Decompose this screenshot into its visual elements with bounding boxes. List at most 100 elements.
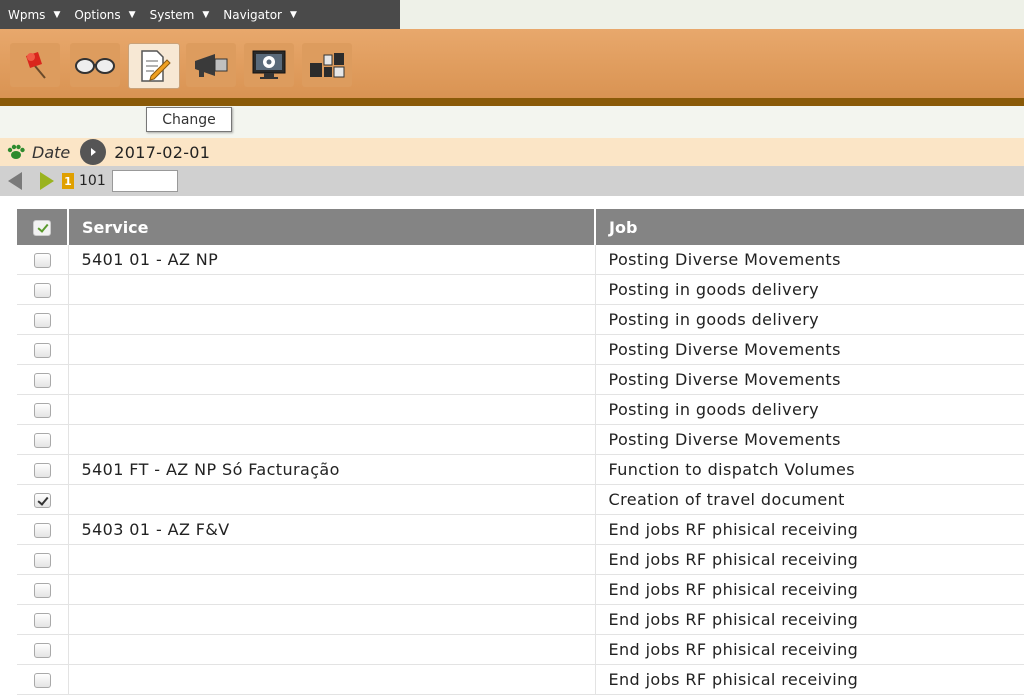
view-button[interactable] bbox=[70, 43, 120, 87]
job-text: Posting in goods delivery bbox=[608, 310, 820, 329]
arrow-right-icon bbox=[91, 148, 97, 156]
table-row[interactable]: End jobs RF phisical receiving bbox=[17, 664, 1024, 695]
row-checkbox[interactable] bbox=[33, 553, 51, 568]
service-text bbox=[69, 490, 82, 509]
chevron-down-icon: ▼ bbox=[128, 9, 136, 20]
service-text bbox=[69, 340, 82, 359]
job-text: Posting in goods delivery bbox=[608, 280, 820, 299]
service-text bbox=[69, 610, 82, 629]
table-row[interactable]: Posting in goods delivery bbox=[17, 394, 1024, 425]
column-header-service[interactable]: Service bbox=[68, 209, 596, 245]
service-cell bbox=[68, 484, 596, 515]
menu-navigator[interactable]: Navigator ▼ bbox=[215, 0, 303, 29]
service-cell bbox=[68, 394, 596, 425]
chevron-down-icon: ▼ bbox=[53, 9, 61, 20]
row-checkbox[interactable] bbox=[33, 463, 51, 478]
row-checkbox[interactable] bbox=[33, 583, 51, 598]
table-row[interactable]: End jobs RF phisical receiving bbox=[17, 604, 1024, 635]
job-text: Posting Diverse Movements bbox=[608, 370, 841, 389]
page-input[interactable] bbox=[111, 170, 178, 192]
date-filter-bar: Date 2017-02-01 bbox=[0, 138, 1024, 166]
table-row[interactable]: End jobs RF phisical receiving bbox=[17, 634, 1024, 665]
toolbar bbox=[0, 29, 1024, 99]
row-checkbox[interactable] bbox=[33, 673, 51, 688]
row-checkbox[interactable] bbox=[33, 283, 51, 298]
row-checkbox[interactable] bbox=[33, 643, 51, 658]
row-check-cell bbox=[17, 274, 69, 305]
service-text: 5403 01 - AZ F&V bbox=[81, 520, 230, 539]
service-cell bbox=[68, 574, 596, 605]
row-check-cell bbox=[17, 484, 69, 515]
job-text: Posting Diverse Movements bbox=[608, 340, 841, 359]
date-picker-button[interactable] bbox=[80, 139, 107, 165]
row-checkbox[interactable] bbox=[33, 523, 51, 538]
pager: 1 101 bbox=[0, 166, 1024, 196]
job-text: End jobs RF phisical receiving bbox=[608, 610, 859, 629]
jobs-table: Service Job 5401 01 - AZ NP Posting Diver… bbox=[17, 209, 1024, 695]
table-row[interactable]: End jobs RF phisical receiving bbox=[17, 544, 1024, 575]
job-text: Function to dispatch Volumes bbox=[608, 460, 856, 479]
row-check-cell bbox=[17, 424, 69, 455]
service-cell: 5401 01 - AZ NP bbox=[68, 245, 596, 275]
table-row[interactable]: Posting Diverse Movements bbox=[17, 364, 1024, 395]
menu-system[interactable]: System ▼ bbox=[142, 0, 216, 29]
announce-button[interactable] bbox=[186, 43, 236, 87]
boxes-icon bbox=[310, 53, 345, 78]
row-checkbox[interactable] bbox=[33, 313, 51, 328]
change-button[interactable] bbox=[128, 43, 180, 89]
job-cell: End jobs RF phisical receiving bbox=[595, 664, 1024, 695]
row-check-cell bbox=[17, 604, 69, 635]
table-row[interactable]: 5401 01 - AZ NP Posting Diverse Movements bbox=[17, 245, 1024, 275]
table-row[interactable]: 5401 FT - AZ NP Só Facturação Function to… bbox=[17, 454, 1024, 485]
current-page-badge: 1 bbox=[62, 173, 74, 189]
job-cell: End jobs RF phisical receiving bbox=[595, 574, 1024, 605]
paw-icon bbox=[7, 144, 25, 159]
row-checkbox[interactable] bbox=[33, 613, 51, 628]
service-cell bbox=[68, 334, 596, 365]
row-check-cell bbox=[17, 664, 69, 695]
column-header-job[interactable]: Job bbox=[595, 209, 1024, 245]
monitor-settings-icon bbox=[252, 50, 286, 79]
previous-page-icon[interactable] bbox=[8, 172, 22, 190]
row-check-cell bbox=[17, 454, 69, 485]
job-text: Posting in goods delivery bbox=[608, 400, 820, 419]
row-checkbox[interactable] bbox=[33, 373, 51, 388]
job-cell: Posting in goods delivery bbox=[595, 274, 1024, 305]
service-text bbox=[69, 580, 82, 599]
row-check-cell bbox=[17, 514, 69, 545]
service-cell: 5403 01 - AZ F&V bbox=[68, 514, 596, 545]
chevron-down-icon: ▼ bbox=[202, 9, 210, 20]
row-checkbox[interactable] bbox=[33, 253, 51, 268]
job-text: End jobs RF phisical receiving bbox=[608, 550, 859, 569]
table-row[interactable]: Posting in goods delivery bbox=[17, 304, 1024, 335]
row-check-cell bbox=[17, 304, 69, 335]
row-checkbox[interactable] bbox=[33, 433, 51, 448]
select-all-checkbox[interactable] bbox=[33, 220, 51, 236]
date-label: Date bbox=[32, 142, 71, 162]
service-cell bbox=[68, 604, 596, 635]
table-row[interactable]: 5403 01 - AZ F&V End jobs RF phisical rec… bbox=[17, 514, 1024, 545]
job-text: Creation of travel document bbox=[608, 490, 845, 509]
table-header-row: Service Job bbox=[17, 209, 1024, 245]
row-checkbox[interactable] bbox=[33, 343, 51, 358]
table-row[interactable]: Posting Diverse Movements bbox=[17, 424, 1024, 455]
job-text: Posting Diverse Movements bbox=[608, 430, 841, 449]
row-check-cell bbox=[17, 245, 69, 275]
table-row[interactable]: Posting Diverse Movements bbox=[17, 334, 1024, 365]
row-checkbox[interactable] bbox=[33, 493, 51, 508]
row-checkbox[interactable] bbox=[33, 403, 51, 418]
page-total: 101 bbox=[79, 173, 106, 189]
menu-options[interactable]: Options ▼ bbox=[66, 0, 141, 29]
table-row[interactable]: End jobs RF phisical receiving bbox=[17, 574, 1024, 605]
table-row[interactable]: Creation of travel document bbox=[17, 484, 1024, 515]
pin-button[interactable] bbox=[10, 43, 60, 87]
service-cell bbox=[68, 274, 596, 305]
table-row[interactable]: Posting in goods delivery bbox=[17, 274, 1024, 305]
menu-wpms[interactable]: Wpms ▼ bbox=[0, 0, 66, 29]
boxes-button[interactable] bbox=[302, 43, 352, 87]
service-text: 5401 01 - AZ NP bbox=[81, 250, 219, 269]
date-value: 2017-02-01 bbox=[114, 142, 211, 162]
row-check-cell bbox=[17, 574, 69, 605]
monitor-settings-button[interactable] bbox=[244, 43, 294, 87]
next-page-icon[interactable] bbox=[40, 172, 54, 190]
